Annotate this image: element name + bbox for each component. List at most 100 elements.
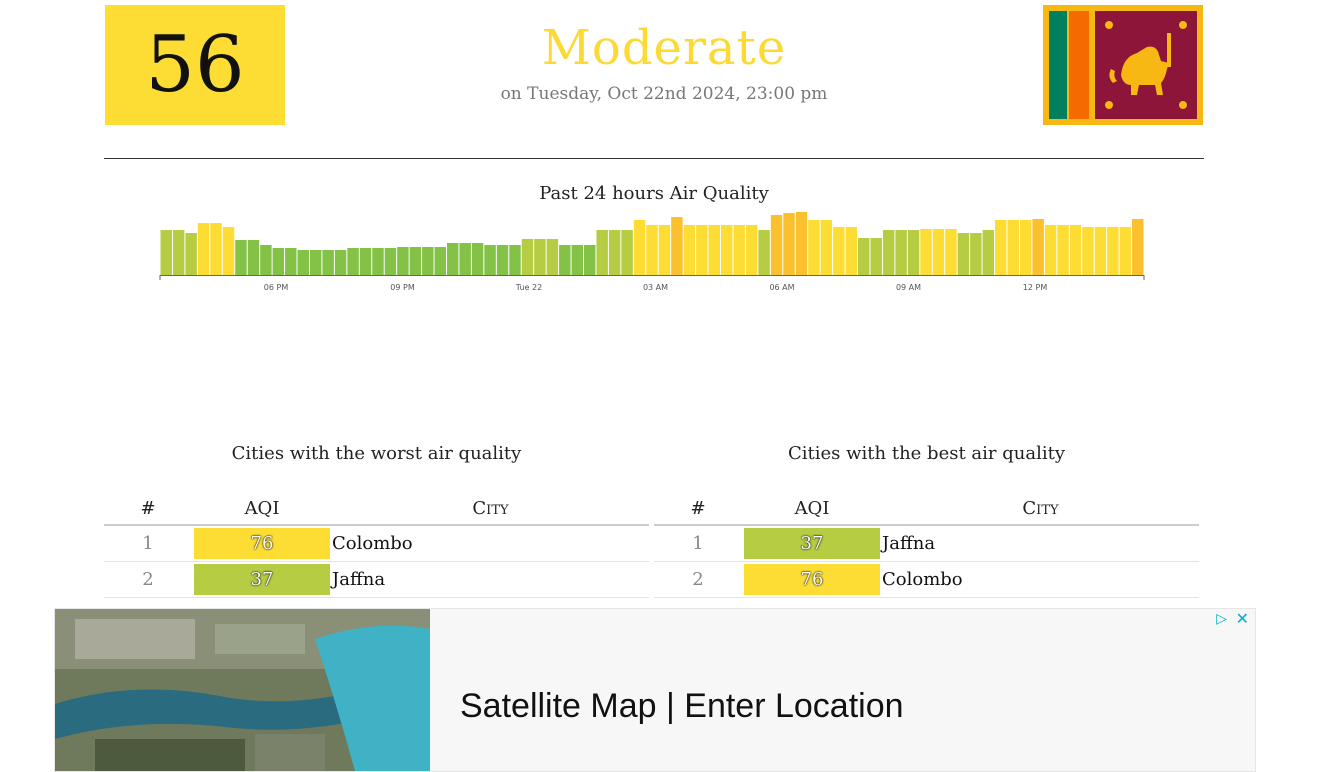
aqi-bar[interactable] xyxy=(322,250,334,275)
aqi-badge: 76 xyxy=(744,564,880,595)
aqi-bar[interactable] xyxy=(708,225,721,275)
aqi-bar[interactable] xyxy=(197,223,210,275)
aqi-bar[interactable] xyxy=(172,230,185,275)
aqi-bar[interactable] xyxy=(858,238,870,275)
aqi-bar[interactable] xyxy=(658,225,671,275)
table-row[interactable]: 1 76 Colombo xyxy=(104,525,649,562)
aqi-bar[interactable] xyxy=(882,230,895,275)
ad-headline[interactable]: Satellite Map | Enter Location xyxy=(460,687,904,726)
aqi-bar[interactable] xyxy=(758,230,770,275)
aqi-bar[interactable] xyxy=(434,247,446,275)
aqi-bar[interactable] xyxy=(546,239,559,275)
aqi-bar[interactable] xyxy=(995,220,1007,275)
aqi-bar[interactable] xyxy=(1057,225,1069,275)
aqi-bar[interactable] xyxy=(260,245,272,275)
aqi-bar[interactable] xyxy=(895,230,907,275)
aqi-bar[interactable] xyxy=(783,213,795,275)
aqi-bar[interactable] xyxy=(795,212,808,275)
aqi-bar[interactable] xyxy=(745,225,758,275)
worst-cities-title: Cities with the worst air quality xyxy=(231,443,522,464)
city-link[interactable]: Jaffna xyxy=(882,525,1199,562)
aqi-bar[interactable] xyxy=(160,230,172,275)
aqi-bar[interactable] xyxy=(185,233,197,275)
aqi-bar[interactable] xyxy=(845,227,858,275)
aqi-bar[interactable] xyxy=(1069,225,1082,275)
aqi-bar[interactable] xyxy=(1094,227,1107,275)
aqi-bar[interactable] xyxy=(982,230,995,275)
aqi-bar[interactable] xyxy=(671,217,683,275)
aqi-bar[interactable] xyxy=(409,247,422,275)
aqi-bar[interactable] xyxy=(1032,219,1044,275)
aqi-bar[interactable] xyxy=(446,243,459,275)
table-row[interactable]: 1 37 Jaffna xyxy=(654,525,1199,562)
aqi-bar[interactable] xyxy=(770,215,783,275)
advertisement-banner[interactable]: Satellite Map | Enter Location ▷ ✕ xyxy=(54,608,1256,772)
aqi-bar[interactable] xyxy=(907,230,920,275)
aqi-bar[interactable] xyxy=(957,233,970,275)
aqi-bar[interactable] xyxy=(1007,220,1019,275)
aqi-bar[interactable] xyxy=(932,229,945,275)
aqi-bar[interactable] xyxy=(808,220,820,275)
city-link[interactable]: Colombo xyxy=(882,561,1199,598)
aqi-header: AQI xyxy=(742,492,882,526)
aqi-bar[interactable] xyxy=(559,245,571,275)
aqi-bar[interactable] xyxy=(359,248,372,275)
aqi-bar[interactable] xyxy=(1119,227,1132,275)
aqi-bar[interactable] xyxy=(833,227,845,275)
aqi-badge: 76 xyxy=(194,528,330,559)
aqi-bar[interactable] xyxy=(210,223,222,275)
aqi-bar[interactable] xyxy=(334,250,347,275)
table-row[interactable]: 2 76 Colombo xyxy=(654,561,1199,598)
aqi-bar[interactable] xyxy=(683,225,696,275)
aqi-bar[interactable] xyxy=(285,248,297,275)
aqi-bar[interactable] xyxy=(583,245,596,275)
aqi-bar[interactable] xyxy=(1082,227,1094,275)
aqi-bar[interactable] xyxy=(309,250,322,275)
aqi-bar[interactable] xyxy=(509,245,521,275)
aqi-bar[interactable] xyxy=(272,248,285,275)
aqi-bar[interactable] xyxy=(1044,225,1057,275)
aqi-bar[interactable] xyxy=(297,250,309,275)
aqi-bar[interactable] xyxy=(372,248,384,275)
aqi-bar[interactable] xyxy=(422,247,434,275)
aqi-bar[interactable] xyxy=(222,227,235,275)
aqi-bar[interactable] xyxy=(621,230,633,275)
aqi-bar[interactable] xyxy=(459,243,471,275)
aqi-bar[interactable] xyxy=(970,233,982,275)
close-icon[interactable]: ✕ xyxy=(1236,609,1249,628)
aqi-bar[interactable] xyxy=(496,245,509,275)
satellite-image[interactable] xyxy=(55,609,430,771)
aqi-bar[interactable] xyxy=(397,247,409,275)
aqi-bar[interactable] xyxy=(521,239,534,275)
aqi-bar[interactable] xyxy=(1132,219,1144,275)
city-link[interactable]: Jaffna xyxy=(332,561,649,598)
aqi-bar[interactable] xyxy=(534,239,546,275)
worst-cities-table: # AQI City 1 76 Colombo 2 37 Jaffna xyxy=(104,492,649,598)
aqi-bar[interactable] xyxy=(571,245,583,275)
aqi-bar[interactable] xyxy=(733,225,745,275)
aqi-bar[interactable] xyxy=(347,248,359,275)
rank-cell: 1 xyxy=(654,525,742,562)
measurement-datetime: on Tuesday, Oct 22nd 2024, 23:00 pm xyxy=(500,84,828,104)
aqi-bar[interactable] xyxy=(696,225,708,275)
aqi-bar[interactable] xyxy=(721,225,733,275)
aqi-bar[interactable] xyxy=(384,248,397,275)
aqi-bar[interactable] xyxy=(870,238,882,275)
aqi-bar[interactable] xyxy=(596,230,608,275)
aqi-bar[interactable] xyxy=(945,229,957,275)
aqi-bar[interactable] xyxy=(646,225,658,275)
aqi-bar[interactable] xyxy=(247,240,260,275)
aqi-bar[interactable] xyxy=(484,245,496,275)
aqi-bar[interactable] xyxy=(1107,227,1119,275)
ad-choices-icon[interactable]: ▷ xyxy=(1216,611,1227,627)
aqi-bar[interactable] xyxy=(608,230,621,275)
aqi-bar[interactable] xyxy=(1019,220,1032,275)
aqi-bar[interactable] xyxy=(235,240,247,275)
rank-cell: 1 xyxy=(104,525,192,562)
aqi-bar[interactable] xyxy=(920,229,932,275)
aqi-bar[interactable] xyxy=(633,220,646,275)
table-row[interactable]: 2 37 Jaffna xyxy=(104,561,649,598)
aqi-bar[interactable] xyxy=(820,220,833,275)
city-link[interactable]: Colombo xyxy=(332,525,649,562)
aqi-bar[interactable] xyxy=(471,243,484,275)
